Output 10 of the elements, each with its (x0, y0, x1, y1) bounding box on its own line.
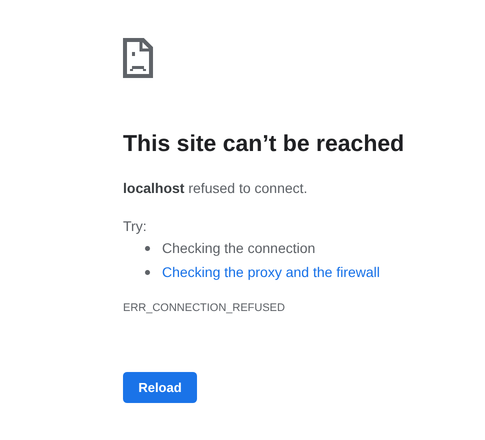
sad-page-icon (123, 38, 153, 78)
try-label: Try: (123, 217, 148, 236)
bullet-icon (145, 246, 150, 250)
error-message: localhost refused to connect. (123, 179, 308, 198)
bullet-icon (145, 270, 150, 274)
suggestion-link[interactable]: Checking the proxy and the firewall (162, 262, 380, 282)
suggestion-text: Checking the connection (162, 239, 316, 258)
reload-button[interactable]: Reload (123, 372, 197, 403)
error-code: ERR_CONNECTION_REFUSED (123, 301, 286, 316)
error-heading: This site can’t be reached (123, 129, 406, 158)
